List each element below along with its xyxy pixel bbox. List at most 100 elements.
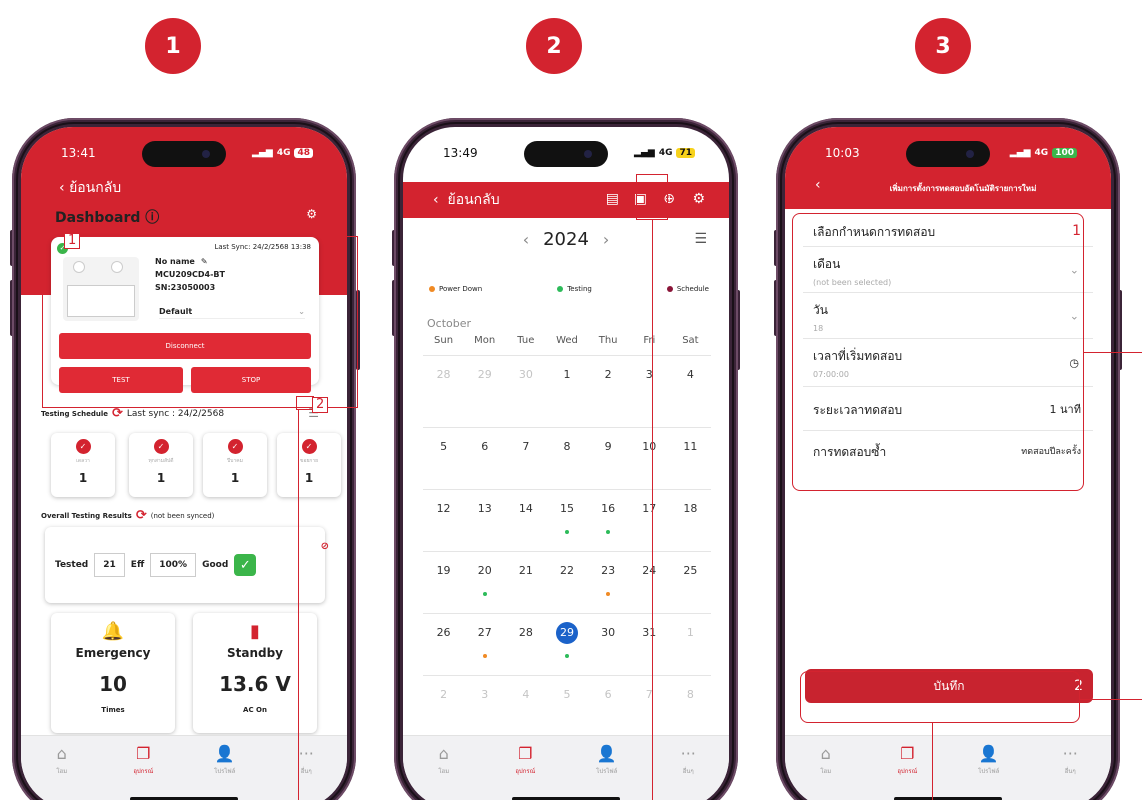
- tab-more[interactable]: ··· อื่นๆ: [658, 744, 718, 800]
- duration-field[interactable]: ระยะเวลาทดสอบ 1 นาที: [803, 387, 1093, 431]
- disconnect-button[interactable]: Disconnect: [59, 333, 311, 359]
- calendar-day[interactable]: 2: [588, 368, 629, 397]
- calendar-day[interactable]: 1: [670, 626, 711, 655]
- calendar-day[interactable]: 15: [546, 502, 587, 534]
- calendar-day[interactable]: 6: [464, 440, 505, 469]
- calendar-day[interactable]: 31: [629, 626, 670, 655]
- more-icon: ···: [680, 744, 696, 763]
- calendar-day[interactable]: 13: [464, 502, 505, 531]
- schedule-card[interactable]: ✓ ทุกสามสัปดี 1: [129, 433, 193, 497]
- calendar-day[interactable]: 12: [423, 502, 464, 531]
- calendar-day[interactable]: 25: [670, 564, 711, 593]
- calendar-day[interactable]: 9: [588, 440, 629, 469]
- calendar-day[interactable]: 3: [464, 688, 505, 717]
- calendar-day-today[interactable]: 29: [546, 622, 587, 658]
- annotation-2-label: 2: [1074, 678, 1083, 694]
- calendar-legend: Power Down Testing Schedule: [429, 285, 709, 293]
- back-button[interactable]: ‹ ย้อนกลับ: [59, 177, 121, 199]
- calendar-day[interactable]: 20: [464, 564, 505, 596]
- day-field[interactable]: วัน 18 ⌄: [803, 293, 1093, 339]
- calendar-day[interactable]: 7: [505, 440, 546, 469]
- add-schedule-screen: ‹ เพิ่มการตั้งการทดสอบอัตโนมัติรายการใหม…: [785, 127, 1111, 800]
- calendar-day[interactable]: 30: [505, 368, 546, 397]
- device-card[interactable]: ✓ Last Sync: 24/2/2568 13:38 No name ✎ MC…: [51, 237, 319, 385]
- profile-select[interactable]: Default ⌄: [159, 307, 305, 319]
- gear-icon[interactable]: ⚙: [692, 191, 705, 207]
- calendar-day[interactable]: 27: [464, 626, 505, 658]
- list-view-icon[interactable]: ☰: [694, 231, 707, 247]
- calendar-week: 19 20 21 22 23 24 25: [423, 551, 711, 596]
- calendar-screen: 13:49 ▂▄▆ 4G 71 ‹ ย้อนกลับ ▤ ▣ ⊕ ⚙ ‹ 2024 › …: [403, 127, 729, 800]
- calendar-day[interactable]: 24: [629, 564, 670, 593]
- test-button[interactable]: TEST: [59, 367, 183, 393]
- calendar-day[interactable]: 18: [670, 502, 711, 531]
- gear-icon[interactable]: ⚙: [306, 207, 317, 221]
- refresh-icon[interactable]: ⟳: [112, 406, 123, 421]
- chevron-right-icon[interactable]: ›: [603, 230, 609, 249]
- legend-schedule: Schedule: [666, 285, 709, 293]
- calendar-day[interactable]: 4: [670, 368, 711, 397]
- add-circle-icon[interactable]: ⊕: [663, 191, 675, 207]
- tab-devices[interactable]: ❐ อุปกรณ์: [113, 744, 173, 800]
- calendar-day[interactable]: 23: [588, 564, 629, 596]
- chevron-left-icon[interactable]: ‹: [523, 230, 529, 249]
- calendar-day[interactable]: 5: [546, 688, 587, 717]
- back-chevron-icon[interactable]: ‹: [815, 177, 821, 193]
- calendar-day[interactable]: 21: [505, 564, 546, 593]
- tab-more[interactable]: ··· อื่นๆ: [276, 744, 336, 800]
- schedule-card[interactable]: ✓ เดลวา 1: [51, 433, 115, 497]
- calendar-day[interactable]: 30: [588, 626, 629, 655]
- status-time: 13:49: [443, 146, 478, 160]
- calendar-day[interactable]: 2: [423, 688, 464, 717]
- tab-more[interactable]: ··· อื่นๆ: [1040, 744, 1100, 800]
- calendar-day[interactable]: 19: [423, 564, 464, 593]
- calendar-day[interactable]: 28: [423, 368, 464, 397]
- power-down-dot: [482, 654, 487, 658]
- tab-devices[interactable]: ❐ อุปกรณ์: [495, 744, 555, 800]
- schedule-card[interactable]: ✓ ขอยกาย 1: [277, 433, 341, 497]
- start-time-field[interactable]: เวลาที่เริ่มทดสอบ 07:00:00 ◷: [803, 339, 1093, 387]
- save-icon[interactable]: ▣: [634, 191, 647, 207]
- calendar-day[interactable]: 5: [423, 440, 464, 469]
- tab-devices[interactable]: ❐ อุปกรณ์: [877, 744, 937, 800]
- pencil-icon[interactable]: ✎: [201, 257, 208, 266]
- calendar-day[interactable]: 28: [505, 626, 546, 655]
- calendar-day[interactable]: 14: [505, 502, 546, 531]
- save-button[interactable]: บันทึก 2: [805, 669, 1093, 703]
- calendar-day[interactable]: 22: [546, 564, 587, 593]
- tab-home[interactable]: ⌂ โฮม: [414, 744, 474, 800]
- weekday-header: Sun Mon Tue Wed Thu Fri Sat: [434, 335, 699, 346]
- alert-icon[interactable]: ⊘: [321, 541, 329, 552]
- tab-home[interactable]: ⌂ โฮม: [32, 744, 92, 800]
- calendar-day[interactable]: 1: [546, 368, 587, 397]
- schedule-card[interactable]: ✓ ปีบาคม 1: [203, 433, 267, 497]
- tab-profile[interactable]: 👤 โปรไฟล์: [195, 744, 255, 800]
- document-icon[interactable]: ▤: [606, 191, 619, 207]
- calendar-day[interactable]: 3: [629, 368, 670, 397]
- stop-button[interactable]: STOP: [191, 367, 311, 393]
- calendar-day[interactable]: 6: [588, 688, 629, 717]
- calendar-day[interactable]: 16: [588, 502, 629, 534]
- calendar-day[interactable]: 4: [505, 688, 546, 717]
- calendar-day[interactable]: 8: [670, 688, 711, 717]
- network-label: 4G: [658, 148, 673, 158]
- refresh-icon[interactable]: ⟳: [136, 508, 147, 523]
- calendar-day[interactable]: 7: [629, 688, 670, 717]
- calendar-day[interactable]: 26: [423, 626, 464, 655]
- info-icon[interactable]: ⓘ: [145, 210, 159, 226]
- repeat-field[interactable]: การทดสอบซ้ำ ทดสอบปีละครั้ง: [803, 431, 1093, 471]
- calendar-day[interactable]: 8: [546, 440, 587, 469]
- month-field[interactable]: เดือน (not been selected) ⌄: [803, 247, 1093, 293]
- calendar-day[interactable]: 11: [670, 440, 711, 469]
- calendar-day[interactable]: 17: [629, 502, 670, 531]
- check-icon: ✓: [75, 439, 91, 454]
- tab-profile[interactable]: 👤 โปรไฟล์: [577, 744, 637, 800]
- schedule-section-header: เลือกกำหนดการทดสอบ 1: [803, 215, 1093, 247]
- tab-profile[interactable]: 👤 โปรไฟล์: [959, 744, 1019, 800]
- calendar-day[interactable]: 10: [629, 440, 670, 469]
- step-2-badge: 2: [526, 18, 582, 74]
- calendar-day[interactable]: 29: [464, 368, 505, 397]
- calendar-grid: Sun Mon Tue Wed Thu Fri Sat 28 29 30 1 2…: [423, 335, 711, 717]
- tab-home[interactable]: ⌂ โฮม: [796, 744, 856, 800]
- back-button[interactable]: ‹ ย้อนกลับ: [433, 189, 500, 211]
